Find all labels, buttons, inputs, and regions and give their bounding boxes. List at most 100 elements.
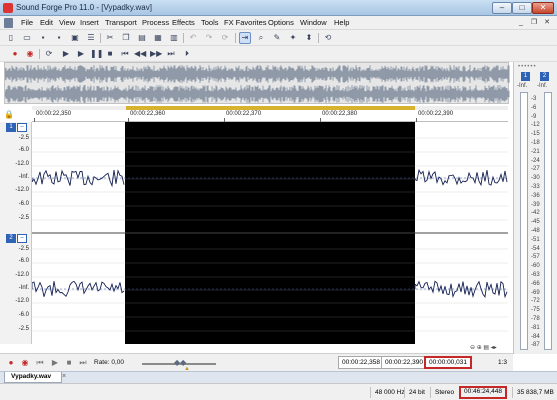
save-icon[interactable]: ▪ [37,32,49,44]
menu-insert[interactable]: Insert [80,18,99,27]
scale-label: -6.0 [18,201,29,207]
edit-tool-icon[interactable]: ⇥ [239,32,251,44]
repeat-icon[interactable]: ⟳ [219,32,231,44]
menu-edit[interactable]: Edit [40,18,53,27]
play-all-icon[interactable]: ▶ [75,48,87,60]
selection-start-field[interactable]: 00:00:22,358 [338,356,384,369]
meter-scale-label: -21 [531,148,540,155]
meter-scale-label: -36 [531,192,540,199]
record-pause-icon[interactable]: ◉ [20,358,30,368]
tab-close-icon[interactable]: × [62,373,66,380]
meter-peak-right: -Inf. [537,83,548,89]
status-length: 00:46:24,448 [459,386,507,399]
channel-2-minimize-button[interactable]: – [17,234,27,243]
meter-grip[interactable]: •••••• [518,64,537,70]
go-to-end-icon[interactable]: ⏭ [78,358,88,368]
menu-help[interactable]: Help [334,18,349,27]
channel-1-badge[interactable]: 1 [6,123,16,132]
menu-effects[interactable]: Effects [172,18,195,27]
doc-restore-button[interactable]: ❐ [529,18,539,28]
doc-close-button[interactable]: ✕ [542,18,552,28]
menu-file[interactable]: File [21,18,33,27]
cut-icon[interactable]: ✂ [104,32,116,44]
menu-transport[interactable]: Transport [105,18,137,27]
rewind-icon[interactable]: ◀◀ [134,48,146,60]
play-icon[interactable]: ▶ [50,358,60,368]
menu-process[interactable]: Process [142,18,169,27]
go-to-end-icon[interactable]: ⏭ [165,48,177,60]
go-to-start-icon[interactable]: ⏮ [119,48,131,60]
waveform-view[interactable] [31,122,508,344]
stop-icon[interactable]: ■ [64,358,74,368]
selection-length-field[interactable]: 00:00:00,031 [424,356,472,369]
menu-window[interactable]: Window [300,18,327,27]
snap-icon[interactable]: ⟲ [322,32,334,44]
render-icon[interactable]: ▣ [69,32,81,44]
open-icon[interactable]: ▭ [21,32,33,44]
time-ruler[interactable]: 00:00:22,350 00:00:22,360 00:00:22,370 0… [32,110,508,122]
record-stop-icon[interactable]: ◉ [24,48,36,60]
copy-icon[interactable]: ❐ [120,32,132,44]
menu-options[interactable]: Options [268,18,294,27]
pause-icon[interactable]: ❚❚ [90,48,103,60]
pencil-tool-icon[interactable]: ✎ [271,32,283,44]
play-icon[interactable]: ▶ [60,48,72,60]
channel-1-minimize-button[interactable]: – [17,123,27,132]
maximize-button[interactable]: □ [512,2,532,14]
scale-label: -2.5 [18,326,29,332]
meter-scale-label: -6 [531,104,537,111]
paste-icon[interactable]: ▤ [136,32,148,44]
fast-forward-icon[interactable]: ▶▶ [150,48,162,60]
meter-scale-label: -60 [531,263,540,270]
menu-tools[interactable]: Tools [201,18,219,27]
meter-scale-label: -33 [531,184,540,190]
minimize-button[interactable]: – [492,2,512,14]
event-tool-icon[interactable]: ⬍ [303,32,315,44]
status-size: 35 838,7 MB [512,387,554,398]
scale-label: -2.5 [18,246,29,252]
lock-icon[interactable]: 🔒 [4,110,14,122]
mix-icon[interactable]: ▦ [152,32,164,44]
meter-scale-label: -12 [531,122,540,129]
channel-2-badge[interactable]: 2 [6,234,16,243]
loop-icon[interactable]: ⟳ [43,48,55,60]
overview-waveform[interactable] [4,62,510,104]
meter-scale-label: -48 [531,228,540,234]
document-icon[interactable] [4,18,13,28]
magnify-tool-icon[interactable]: ⌕ [255,32,267,44]
meter-scale-label: -72 [531,298,540,305]
properties-icon[interactable]: ☰ [85,32,97,44]
scale-label: -6.0 [18,312,29,318]
selection-end-field[interactable]: 00:00:22,390 [381,356,427,369]
toolbar-separator [39,49,40,59]
record-icon[interactable]: ● [9,48,21,60]
stop-icon[interactable]: ■ [104,48,116,60]
doc-minimize-button[interactable]: _ [516,18,526,28]
menu-fx-favorites[interactable]: FX Favorites [224,18,267,27]
scale-label: -6.0 [18,147,29,153]
envelope-tool-icon[interactable]: ✦ [287,32,299,44]
go-to-start-icon[interactable]: ⏮ [35,358,45,368]
main-toolbar: ▯ ▭ ▪ ▪ ▣ ☰ ✂ ❐ ▤ ▦ ▥ ↶ ↷ ⟳ ⇥ ⌕ ✎ ✦ ⬍ ⟲ [0,30,557,46]
playback-rate: Rate: 0,00 [94,359,124,366]
undo-icon[interactable]: ↶ [187,32,199,44]
new-icon[interactable]: ▯ [5,32,17,44]
record-icon[interactable]: ● [6,358,16,368]
close-button[interactable]: ✕ [532,2,554,14]
meter-scale-label: -57 [531,254,540,261]
ruler-label: 00:00:22,390 [418,111,454,117]
menu-bar: File Edit View Insert Transport Process … [0,16,557,30]
transport-bar: ● ◉ ⏮ ▶ ■ ⏭ Rate: 0,00 ◆◆ ▲ 00:00:22,358… [0,353,513,372]
save-as-icon[interactable]: ▪ [53,32,65,44]
overview-wave-graphic [4,65,510,103]
zoom-controls[interactable]: ⊖ ⊕ ▤ ◂▸ [470,344,508,353]
crop-icon[interactable]: ▥ [168,32,180,44]
tab-vypadky[interactable]: Vypadky.wav [4,372,62,383]
ruler-label: 00:00:22,360 [130,111,166,117]
title-bar: Sound Forge Pro 11.0 - [Vypadky.wav] – □… [0,0,557,16]
meter-scale-label: -24 [531,157,540,164]
menu-view[interactable]: View [59,18,75,27]
meter-scale-label: -66 [531,280,540,287]
play-cursor-icon[interactable]: ⏵ [181,48,193,60]
redo-icon[interactable]: ↷ [203,32,215,44]
